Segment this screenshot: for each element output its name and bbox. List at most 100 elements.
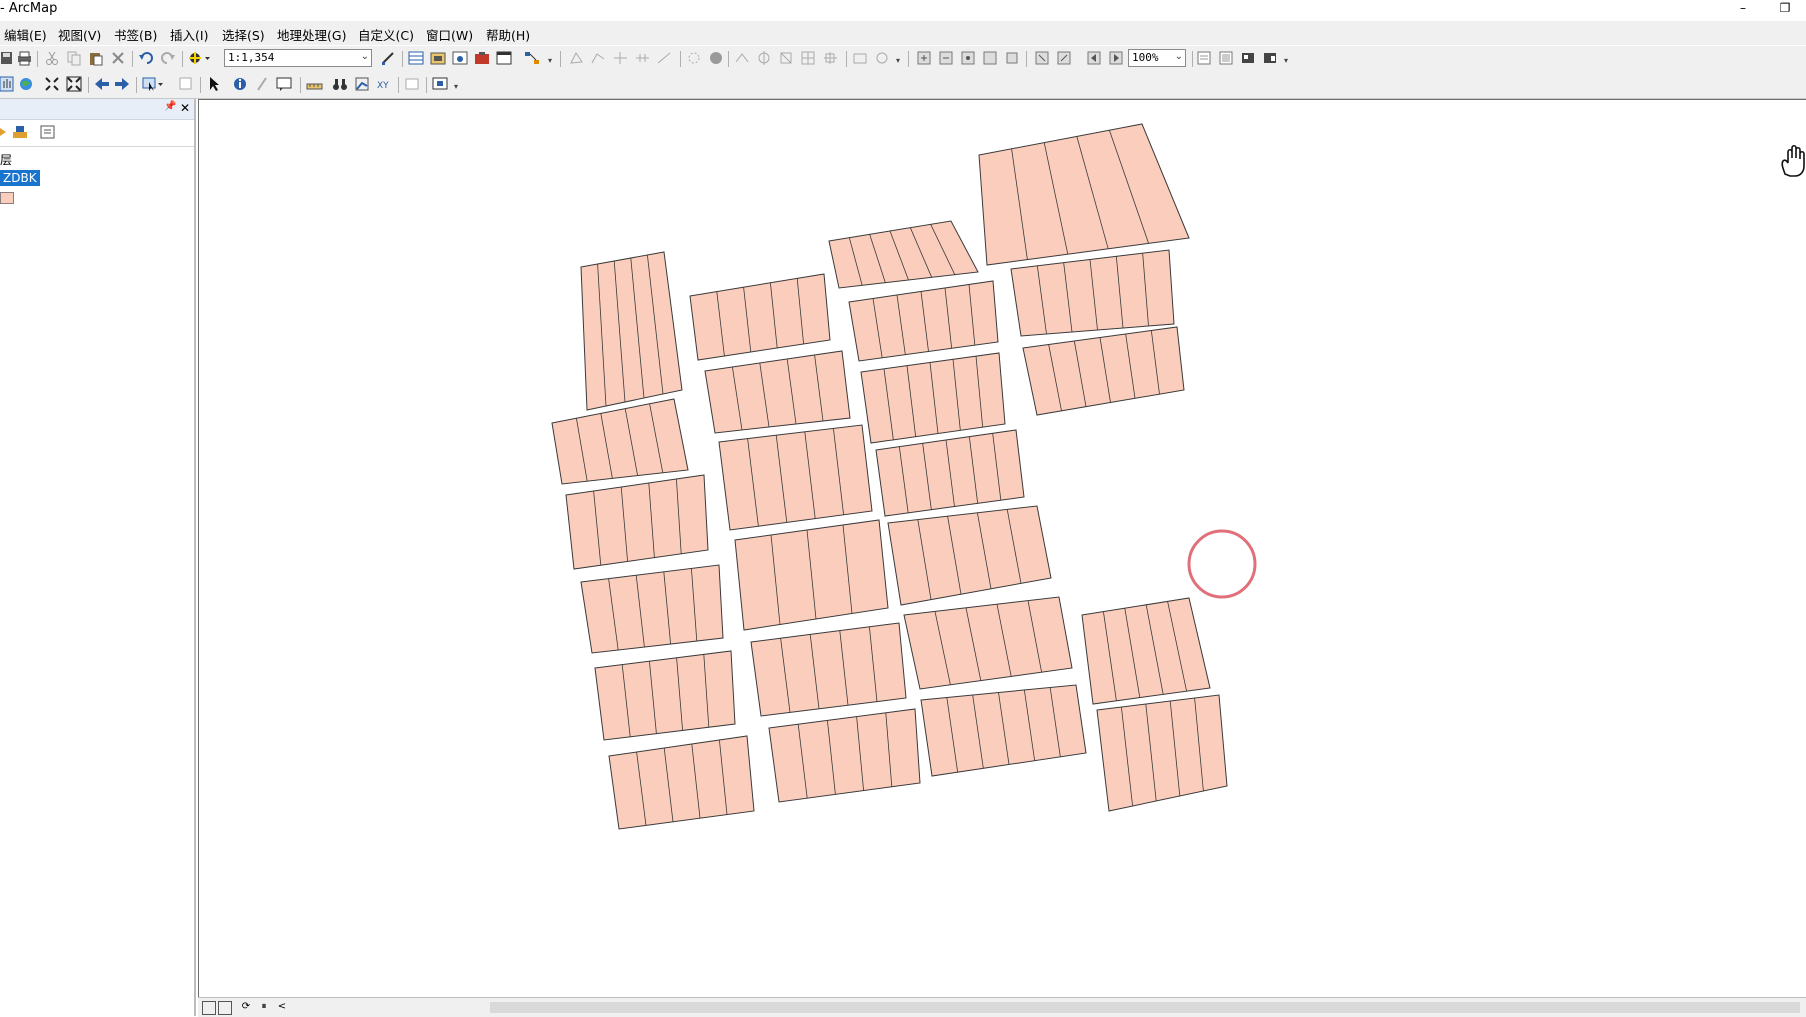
menu-selection[interactable]: 选择(S) — [222, 25, 265, 44]
change-layout-icon[interactable] — [1240, 50, 1257, 67]
pan-page-icon[interactable] — [960, 50, 977, 67]
parcel-block[interactable] — [1081, 597, 1211, 705]
save-icon[interactable] — [0, 50, 17, 67]
parcel-block[interactable] — [608, 735, 755, 830]
parcel-block[interactable] — [580, 564, 724, 654]
parcel-block[interactable] — [689, 273, 831, 361]
select-elements-icon[interactable] — [206, 76, 223, 93]
catalog-icon[interactable] — [430, 50, 447, 67]
parcel-block[interactable] — [903, 596, 1073, 690]
layer-symbol-swatch[interactable] — [0, 192, 14, 204]
parcel-block[interactable] — [750, 622, 907, 717]
chevron-down-icon[interactable]: ⌄ — [1175, 51, 1183, 62]
focus-data-frame-icon[interactable] — [1218, 50, 1235, 67]
full-extent-globe-icon[interactable] — [18, 76, 35, 93]
split-tool-icon[interactable] — [634, 50, 651, 67]
parcel-map[interactable] — [199, 100, 1806, 999]
back-arrow-icon[interactable] — [94, 76, 111, 93]
refresh-icon[interactable]: ⟳ — [240, 1001, 252, 1013]
table-grid-icon[interactable] — [822, 50, 839, 67]
menu-geoprocessing[interactable]: 地理处理(G) — [277, 25, 346, 44]
layout-zoom-combobox[interactable]: 100% ⌄ — [1128, 49, 1186, 67]
georeference-icon[interactable] — [756, 50, 773, 67]
redo-icon[interactable] — [160, 50, 177, 67]
scroll-left-icon[interactable]: < — [276, 1001, 288, 1013]
go-to-xy-icon[interactable]: XY — [376, 76, 393, 93]
parcel-block[interactable] — [551, 398, 689, 485]
parcel-block[interactable] — [768, 708, 921, 803]
search-window-icon[interactable] — [452, 50, 469, 67]
zoom-100-icon[interactable] — [1004, 50, 1021, 67]
restore-button[interactable]: ❐ — [1770, 0, 1800, 18]
zoom-in-page-icon[interactable] — [916, 50, 933, 67]
menu-windows[interactable]: 窗口(W) — [426, 25, 473, 44]
parcel-block[interactable] — [978, 123, 1190, 266]
map-scale-combobox[interactable]: 1:1,354 ⌄ — [224, 49, 372, 67]
advanced-edit-icon[interactable] — [778, 50, 795, 67]
parcel-block[interactable] — [1096, 694, 1228, 812]
find-route-icon[interactable] — [354, 76, 371, 93]
table-of-contents-icon[interactable] — [408, 50, 425, 67]
parcel-block[interactable] — [1010, 249, 1175, 337]
parcel-block[interactable] — [860, 352, 1006, 444]
python-window-icon[interactable] — [496, 50, 513, 67]
editor-toolbar-icon[interactable] — [380, 50, 397, 67]
previous-extent-page-icon[interactable] — [1086, 50, 1103, 67]
add-data-icon[interactable] — [188, 50, 210, 67]
zoom-whole-page-icon[interactable] — [982, 50, 999, 67]
layer-a-icon[interactable] — [852, 50, 869, 67]
menu-bookmarks[interactable]: 书签(B) — [114, 25, 157, 44]
html-popup-icon[interactable] — [276, 76, 293, 93]
menu-insert[interactable]: 插入(I) — [170, 25, 208, 44]
parcel-block[interactable] — [920, 684, 1087, 777]
minimize-button[interactable]: – — [1728, 0, 1758, 18]
map-display[interactable] — [198, 99, 1806, 999]
parcel-block[interactable] — [565, 474, 709, 570]
options-icon[interactable] — [40, 124, 56, 144]
edit-vertices-icon[interactable] — [568, 50, 585, 67]
data-view-button[interactable] — [202, 1001, 216, 1015]
parcel-block[interactable] — [1022, 326, 1185, 416]
menu-customize[interactable]: 自定义(C) — [358, 25, 414, 44]
hyperlink-icon[interactable] — [254, 76, 271, 93]
menu-view[interactable]: 视图(V) — [58, 25, 101, 44]
parcel-block[interactable] — [704, 350, 851, 434]
sketch-icon[interactable] — [686, 50, 703, 67]
select-features-icon[interactable] — [142, 76, 163, 93]
fixed-zoom-in-arrows-icon[interactable] — [44, 76, 61, 93]
fixed-zoom-out-icon[interactable] — [1056, 50, 1073, 67]
measure-icon[interactable] — [306, 76, 323, 93]
horizontal-scrollbar[interactable] — [490, 1002, 1800, 1013]
chevron-down-icon[interactable]: ⌄ — [361, 51, 369, 62]
pin-icon[interactable]: 📌 — [164, 101, 176, 112]
paste-icon[interactable] — [88, 50, 105, 67]
clear-selection-icon[interactable] — [178, 76, 195, 93]
menu-help[interactable]: 帮助(H) — [486, 25, 530, 44]
next-extent-page-icon[interactable] — [1108, 50, 1125, 67]
topology-icon[interactable] — [734, 50, 751, 67]
pause-drawing-icon[interactable]: ⏸ — [258, 1001, 270, 1013]
fixed-zoom-in-icon[interactable] — [1034, 50, 1051, 67]
copy-icon[interactable] — [66, 50, 83, 67]
list-by-drawing-order-icon[interactable] — [0, 125, 8, 143]
cut-polygons-icon[interactable] — [612, 50, 629, 67]
undo-icon[interactable] — [138, 50, 155, 67]
pan-hand-icon[interactable] — [0, 76, 17, 93]
parcel-block[interactable] — [594, 650, 736, 741]
grid-icon[interactable] — [800, 50, 817, 67]
parcel-block[interactable] — [828, 220, 979, 289]
toolbar-overflow-icon[interactable]: ▾ — [548, 56, 555, 66]
reshape-feature-icon[interactable] — [590, 50, 607, 67]
menu-edit[interactable]: 编辑(E) — [4, 25, 47, 44]
toolbar-overflow-icon[interactable]: ▾ — [896, 56, 903, 66]
parcel-block[interactable] — [848, 280, 999, 362]
delete-icon[interactable] — [110, 50, 127, 67]
toggle-draft-mode-icon[interactable] — [1196, 50, 1213, 67]
zoom-out-page-icon[interactable] — [938, 50, 955, 67]
data-driven-pages-icon[interactable] — [1262, 50, 1279, 67]
layer-b-icon[interactable] — [874, 50, 891, 67]
find-binoculars-icon[interactable] — [332, 76, 349, 93]
print-icon[interactable] — [16, 50, 33, 67]
parcel-block[interactable] — [718, 424, 873, 531]
arctoolbox-icon[interactable] — [474, 50, 491, 67]
